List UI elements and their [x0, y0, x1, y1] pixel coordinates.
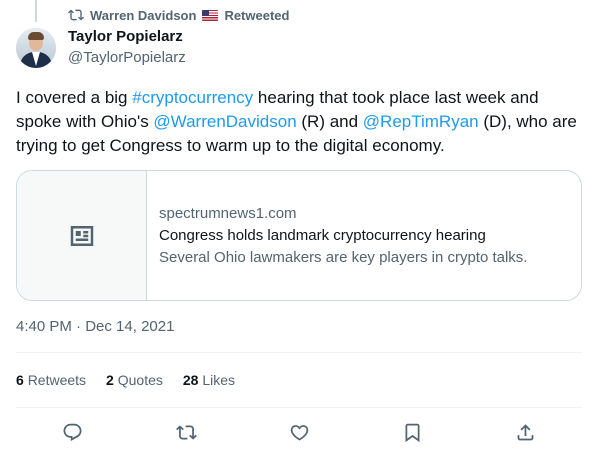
hashtag-link[interactable]: #cryptocurrency	[132, 88, 253, 107]
avatar[interactable]	[16, 28, 56, 68]
tweet-text-segment: I covered a big	[16, 88, 133, 107]
retweet-context-icon	[68, 9, 84, 21]
tweet-date: Dec 14, 2021	[85, 318, 175, 335]
mention-link-warren-davidson[interactable]: @WarrenDavidson	[153, 112, 296, 131]
divider	[16, 407, 582, 408]
share-icon	[517, 423, 533, 440]
quotes-count: 2	[106, 372, 114, 388]
retweeted-label: Retweeted	[224, 7, 290, 23]
share-button[interactable]	[513, 420, 537, 444]
thread-connector-line	[35, 0, 37, 22]
card-thumbnail	[17, 171, 147, 300]
bookmark-button[interactable]	[400, 420, 424, 444]
like-icon	[290, 424, 308, 441]
mention-link-rep-tim-ryan[interactable]: @RepTimRyan	[363, 112, 479, 131]
likes-stat[interactable]: 28 Likes	[183, 372, 235, 388]
retweets-stat[interactable]: 6 Retweets	[16, 372, 86, 388]
tweet-timestamp[interactable]: 4:40 PM · Dec 14, 2021	[16, 318, 174, 335]
retweets-count: 6	[16, 372, 24, 388]
tweet-text-segment: (R) and	[296, 112, 363, 131]
likes-label: Likes	[202, 372, 236, 388]
retweet-context: Warren Davidson Retweeted	[68, 6, 289, 24]
card-body: spectrumnews1.com Congress holds landmar…	[147, 171, 539, 300]
link-preview-card[interactable]: spectrumnews1.com Congress holds landmar…	[16, 170, 582, 301]
quotes-stat[interactable]: 2 Quotes	[106, 372, 163, 388]
tweet-time: 4:40 PM	[16, 318, 72, 335]
quotes-label: Quotes	[117, 372, 163, 388]
retweets-label: Retweets	[27, 372, 87, 388]
card-title: Congress holds landmark cryptocurrency h…	[159, 226, 486, 244]
timestamp-separator: ·	[71, 318, 86, 335]
reply-button[interactable]	[60, 420, 84, 444]
author-handle[interactable]: @TaylorPopielarz	[68, 49, 186, 66]
retweet-button[interactable]	[174, 420, 198, 444]
card-domain: spectrumnews1.com	[159, 204, 297, 222]
retweet-icon	[175, 424, 197, 440]
likes-count: 28	[182, 372, 199, 388]
card-description: Several Ohio lawmakers are key players i…	[159, 248, 528, 266]
like-button[interactable]	[287, 420, 311, 444]
tweet-text: I covered a big #cryptocurrency hearing …	[16, 86, 586, 158]
tweet-actions-bar	[16, 420, 582, 444]
bookmark-icon	[405, 423, 419, 442]
engagement-stats: 6 Retweets 2 Quotes 28 Likes	[16, 372, 235, 388]
us-flag-icon	[202, 9, 219, 21]
retweeter-name[interactable]: Warren Davidson	[90, 8, 196, 23]
reply-icon	[63, 423, 81, 441]
news-article-icon	[70, 225, 93, 246]
author-display-name[interactable]: Taylor Popielarz	[68, 28, 183, 45]
divider	[16, 352, 582, 353]
